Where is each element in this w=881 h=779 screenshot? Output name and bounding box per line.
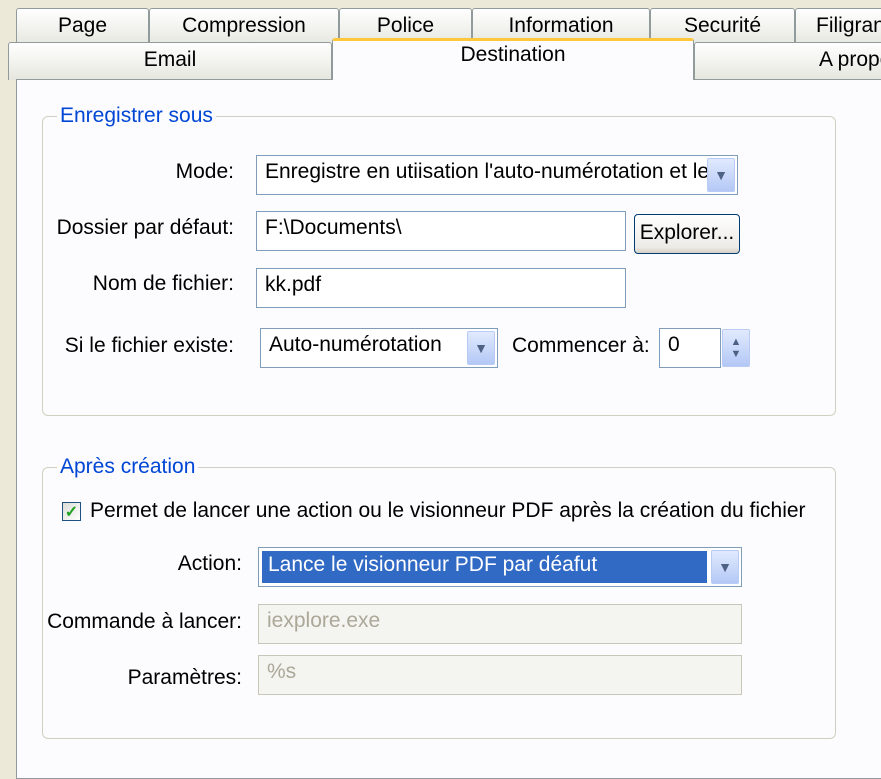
mode-label: Mode:	[175, 160, 234, 183]
tab-page[interactable]: Page	[16, 8, 149, 46]
action-value: Lance le visionneur PDF par déafut	[268, 553, 598, 576]
launch-action-checkbox[interactable]: ✓	[62, 502, 81, 521]
chevron-down-icon[interactable]: ▼	[707, 158, 735, 192]
start-at-input[interactable]: 0	[659, 328, 721, 368]
after-creation-legend: Après création	[57, 455, 199, 479]
tab-label: Compression	[182, 14, 306, 37]
action-selected-value: Lance le visionneur PDF par déafut	[262, 551, 707, 583]
tab-label: Police	[376, 14, 435, 37]
file-exists-value: Auto-numérotation	[269, 333, 442, 356]
tab-label: Filigrane	[816, 14, 881, 37]
save-as-legend: Enregistrer sous	[57, 104, 216, 128]
tab-label: Page	[57, 14, 108, 37]
spinner-arrows-icon[interactable]: ▲ ▼	[722, 329, 750, 367]
mode-value: Enregistre en utiisation l'auto-numérota…	[265, 160, 710, 183]
default-folder-input[interactable]: F:\Documents\	[256, 211, 626, 251]
tab-destination[interactable]: Destination	[332, 38, 694, 80]
launch-action-label: Permet de lancer une action ou le vision…	[90, 499, 806, 522]
tab-label: A propos	[819, 48, 881, 71]
mode-select[interactable]: Enregistre en utiisation l'auto-numérota…	[256, 155, 738, 195]
tab-label: Information	[508, 14, 614, 37]
filename-label: Nom de fichier:	[92, 272, 234, 295]
chevron-down-icon[interactable]: ▼	[467, 331, 495, 365]
chevron-down-icon[interactable]: ▼	[711, 550, 739, 584]
command-input[interactable]: iexplore.exe	[258, 604, 742, 644]
command-label: Commande à lancer:	[47, 610, 242, 633]
start-at-label: Commencer à:	[512, 334, 650, 357]
tab-label: Destination	[460, 43, 566, 66]
action-select[interactable]: Lance le visionneur PDF par déafut ▼	[258, 547, 742, 587]
checkmark-icon: ✓	[64, 503, 79, 521]
tab-label: Email	[143, 48, 197, 71]
parameters-input[interactable]: %s	[258, 655, 742, 695]
parameters-label: Paramètres:	[127, 666, 242, 689]
tab-compression[interactable]: Compression	[149, 8, 339, 46]
action-label: Action:	[177, 552, 242, 575]
file-exists-label: Si le fichier existe:	[64, 334, 234, 357]
tab-email[interactable]: Email	[8, 42, 332, 80]
tab-filigrane[interactable]: Filigrane	[795, 8, 881, 46]
browse-button[interactable]: Explorer...	[634, 214, 740, 254]
filename-input[interactable]: kk.pdf	[256, 268, 626, 308]
tab-a-propos[interactable]: A propos	[694, 42, 881, 80]
tab-label: Securité	[683, 14, 762, 37]
file-exists-select[interactable]: Auto-numérotation ▼	[260, 328, 498, 368]
default-folder-label: Dossier par défaut:	[56, 216, 234, 239]
